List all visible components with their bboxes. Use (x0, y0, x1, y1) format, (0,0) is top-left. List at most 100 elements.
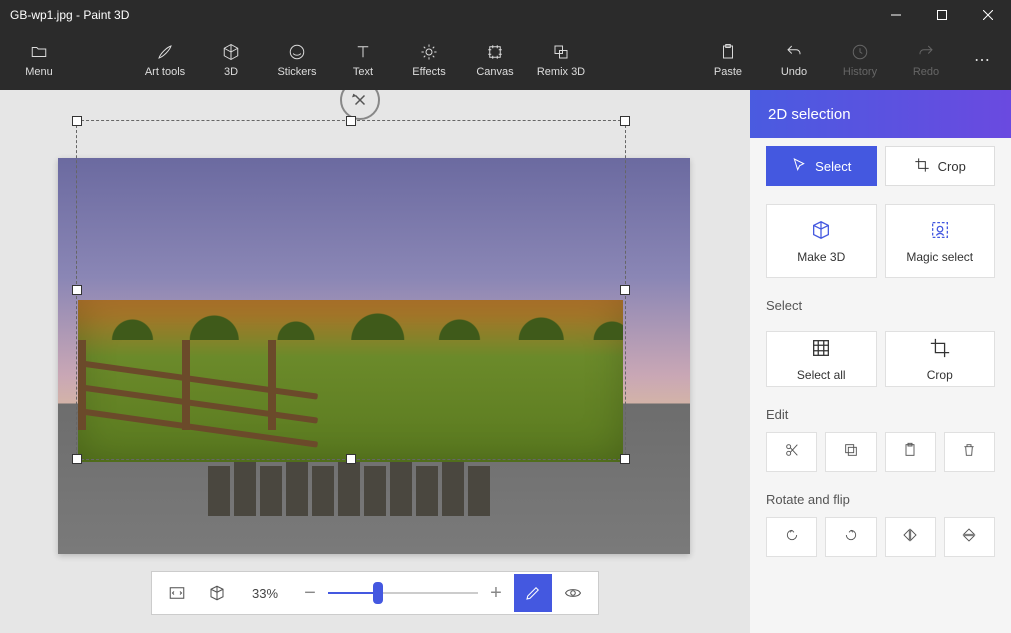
redo-label: Redo (913, 66, 939, 78)
crop-label-2: Crop (927, 368, 953, 382)
crop-icon (914, 157, 930, 176)
flip-h-icon (902, 527, 918, 548)
window-title: GB-wp1.jpg - Paint 3D (10, 8, 129, 22)
crop-icon (929, 337, 951, 362)
art-tools-label: Art tools (145, 66, 185, 78)
history-button[interactable]: History (827, 30, 893, 90)
zoom-out-button[interactable]: − (294, 574, 326, 612)
delete-button[interactable] (944, 432, 995, 472)
canvas-icon (486, 42, 504, 62)
edit-mode-button[interactable] (514, 574, 552, 612)
menu-button[interactable]: Menu (6, 30, 72, 90)
text-label: Text (353, 66, 373, 78)
copy-button[interactable] (825, 432, 876, 472)
sticker-icon (288, 42, 306, 62)
undo-icon (785, 42, 803, 62)
undo-button[interactable]: Undo (761, 30, 827, 90)
rotate-left-icon (784, 527, 800, 548)
selection-handle[interactable] (346, 116, 356, 126)
select-all-button[interactable]: Select all (766, 331, 877, 387)
toolbar: Menu Art tools 3D Stickers Text Effects … (0, 30, 1011, 90)
magic-select-button[interactable]: Magic select (885, 204, 996, 278)
redo-icon (917, 42, 935, 62)
brush-icon (156, 42, 174, 62)
minimize-button[interactable] (873, 0, 919, 30)
magic-select-label: Magic select (906, 250, 973, 264)
remix-3d-label: Remix 3D (537, 66, 585, 78)
main: 33% − + 2D selection Select Crop (0, 90, 1011, 633)
selection-handle[interactable] (72, 454, 82, 464)
paste-icon (719, 42, 737, 62)
zoom-slider-thumb[interactable] (373, 582, 383, 604)
paste-label: Paste (714, 66, 742, 78)
scissors-icon (784, 442, 800, 463)
3d-view-button[interactable] (198, 574, 236, 612)
effects-label: Effects (412, 66, 445, 78)
view-toolbar: 33% − + (151, 571, 599, 615)
stickers-label: Stickers (277, 66, 316, 78)
art-tools-button[interactable]: Art tools (132, 30, 198, 90)
fit-screen-button[interactable] (158, 574, 196, 612)
cube-icon (810, 219, 832, 244)
select-label: Select (815, 159, 851, 174)
crop-tool-button[interactable]: Crop (885, 146, 996, 186)
cube-icon (222, 42, 240, 62)
selection-rect[interactable] (76, 120, 626, 460)
more-button[interactable]: ⋯ (959, 30, 1005, 90)
crop-label: Crop (938, 159, 966, 174)
cursor-icon (791, 157, 807, 176)
redo-button[interactable]: Redo (893, 30, 959, 90)
select-all-icon (810, 337, 832, 362)
3d-button[interactable]: 3D (198, 30, 264, 90)
side-panel: 2D selection Select Crop Make 3D (750, 90, 1011, 633)
flip-vertical-button[interactable] (944, 517, 995, 557)
effects-icon (420, 42, 438, 62)
zoom-value[interactable]: 33% (238, 586, 292, 601)
crop-button[interactable]: Crop (885, 331, 996, 387)
stickers-button[interactable]: Stickers (264, 30, 330, 90)
selection-handle[interactable] (620, 454, 630, 464)
section-rotate-label: Rotate and flip (750, 472, 1011, 507)
make-3d-label: Make 3D (797, 250, 845, 264)
panel-title: 2D selection (750, 90, 1011, 138)
text-button[interactable]: Text (330, 30, 396, 90)
rotate-left-button[interactable] (766, 517, 817, 557)
select-tool-button[interactable]: Select (766, 146, 877, 186)
titlebar: GB-wp1.jpg - Paint 3D (0, 0, 1011, 30)
flip-v-icon (961, 527, 977, 548)
folder-icon (30, 42, 48, 62)
close-button[interactable] (965, 0, 1011, 30)
selection-handle[interactable] (346, 454, 356, 464)
canvas-button[interactable]: Canvas (462, 30, 528, 90)
canvas-label: Canvas (476, 66, 513, 78)
section-edit-label: Edit (750, 387, 1011, 422)
rotate-right-icon (843, 527, 859, 548)
zoom-slider[interactable] (328, 574, 478, 612)
rotate-right-button[interactable] (825, 517, 876, 557)
maximize-button[interactable] (919, 0, 965, 30)
flip-horizontal-button[interactable] (885, 517, 936, 557)
clipboard-icon (902, 442, 918, 463)
text-icon (354, 42, 372, 62)
selection-handle[interactable] (620, 116, 630, 126)
3d-label: 3D (224, 66, 238, 78)
make-3d-button[interactable]: Make 3D (766, 204, 877, 278)
selection-handle[interactable] (620, 285, 630, 295)
paste-edit-button[interactable] (885, 432, 936, 472)
more-icon: ⋯ (974, 50, 990, 70)
remix-icon (552, 42, 570, 62)
history-icon (851, 42, 869, 62)
view-mode-button[interactable] (554, 574, 592, 612)
zoom-in-button[interactable]: + (480, 574, 512, 612)
effects-button[interactable]: Effects (396, 30, 462, 90)
paste-button[interactable]: Paste (695, 30, 761, 90)
cut-button[interactable] (766, 432, 817, 472)
remix-3d-button[interactable]: Remix 3D (528, 30, 594, 90)
selection-handle[interactable] (72, 116, 82, 126)
magic-select-icon (929, 219, 951, 244)
canvas-area[interactable]: 33% − + (0, 90, 750, 633)
menu-label: Menu (25, 66, 53, 78)
undo-label: Undo (781, 66, 807, 78)
selection-handle[interactable] (72, 285, 82, 295)
history-label: History (843, 66, 877, 78)
